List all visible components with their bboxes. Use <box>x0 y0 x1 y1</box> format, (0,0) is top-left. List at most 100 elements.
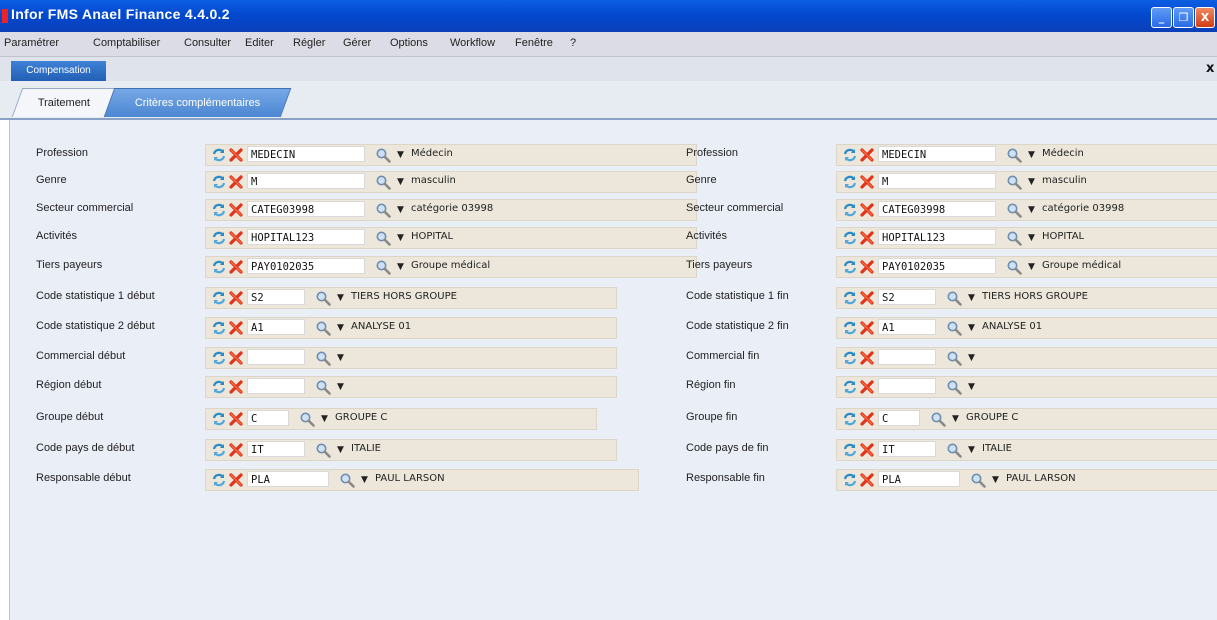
dropdown-arrow-icon[interactable]: ▼ <box>337 381 347 393</box>
clear-icon[interactable] <box>859 290 875 306</box>
left-code-input[interactable]: S2 <box>247 289 305 305</box>
refresh-icon[interactable] <box>211 259 227 275</box>
left-code-input[interactable]: IT <box>247 441 305 457</box>
clear-icon[interactable] <box>859 350 875 366</box>
search-icon[interactable] <box>375 230 391 246</box>
clear-icon[interactable] <box>859 147 875 163</box>
search-icon[interactable] <box>339 472 355 488</box>
left-code-input[interactable]: HOPITAL123 <box>247 229 365 245</box>
menu-options[interactable]: Options <box>390 37 428 49</box>
clear-icon[interactable] <box>228 230 244 246</box>
search-icon[interactable] <box>315 379 331 395</box>
refresh-icon[interactable] <box>842 147 858 163</box>
refresh-icon[interactable] <box>211 472 227 488</box>
dropdown-arrow-icon[interactable]: ▼ <box>1028 204 1038 216</box>
menu-regler[interactable]: Régler <box>293 37 325 49</box>
search-icon[interactable] <box>1006 202 1022 218</box>
search-icon[interactable] <box>946 320 962 336</box>
refresh-icon[interactable] <box>211 174 227 190</box>
clear-icon[interactable] <box>228 472 244 488</box>
clear-icon[interactable] <box>859 379 875 395</box>
refresh-icon[interactable] <box>842 259 858 275</box>
clear-icon[interactable] <box>859 411 875 427</box>
dropdown-arrow-icon[interactable]: ▼ <box>968 444 978 456</box>
clear-icon[interactable] <box>859 174 875 190</box>
right-code-input[interactable]: C <box>878 410 920 426</box>
refresh-icon[interactable] <box>842 290 858 306</box>
dropdown-arrow-icon[interactable]: ▼ <box>337 292 347 304</box>
document-tab-compensation[interactable]: Compensation <box>11 61 106 81</box>
search-icon[interactable] <box>315 442 331 458</box>
left-code-input[interactable]: A1 <box>247 319 305 335</box>
menu-comptabiliser[interactable]: Comptabiliser <box>93 37 160 49</box>
search-icon[interactable] <box>1006 259 1022 275</box>
right-code-input[interactable]: HOPITAL123 <box>878 229 996 245</box>
right-code-input[interactable]: CATEG03998 <box>878 201 996 217</box>
right-code-input[interactable]: IT <box>878 441 936 457</box>
dropdown-arrow-icon[interactable]: ▼ <box>1028 149 1038 161</box>
refresh-icon[interactable] <box>842 411 858 427</box>
dropdown-arrow-icon[interactable]: ▼ <box>1028 261 1038 273</box>
right-code-input[interactable] <box>878 378 936 394</box>
right-code-input[interactable]: S2 <box>878 289 936 305</box>
clear-icon[interactable] <box>859 320 875 336</box>
refresh-icon[interactable] <box>842 230 858 246</box>
search-icon[interactable] <box>375 202 391 218</box>
refresh-icon[interactable] <box>211 147 227 163</box>
menu-consulter[interactable]: Consulter <box>184 37 231 49</box>
clear-icon[interactable] <box>228 147 244 163</box>
right-code-input[interactable]: MEDECIN <box>878 146 996 162</box>
dropdown-arrow-icon[interactable]: ▼ <box>1028 176 1038 188</box>
right-code-input[interactable]: M <box>878 173 996 189</box>
dropdown-arrow-icon[interactable]: ▼ <box>321 413 331 425</box>
right-code-input[interactable]: PAY0102035 <box>878 258 996 274</box>
clear-icon[interactable] <box>859 230 875 246</box>
dropdown-arrow-icon[interactable]: ▼ <box>968 381 978 393</box>
search-icon[interactable] <box>299 411 315 427</box>
search-icon[interactable] <box>375 259 391 275</box>
clear-icon[interactable] <box>228 442 244 458</box>
search-icon[interactable] <box>375 174 391 190</box>
search-icon[interactable] <box>375 147 391 163</box>
refresh-icon[interactable] <box>211 411 227 427</box>
menu-workflow[interactable]: Workflow <box>450 37 495 49</box>
close-button[interactable]: X <box>1195 7 1215 28</box>
dropdown-arrow-icon[interactable]: ▼ <box>397 232 407 244</box>
left-code-input[interactable]: PLA <box>247 471 329 487</box>
search-icon[interactable] <box>1006 147 1022 163</box>
left-code-input[interactable]: C <box>247 410 289 426</box>
dropdown-arrow-icon[interactable]: ▼ <box>992 474 1002 486</box>
refresh-icon[interactable] <box>842 472 858 488</box>
clear-icon[interactable] <box>228 411 244 427</box>
dropdown-arrow-icon[interactable]: ▼ <box>397 176 407 188</box>
search-icon[interactable] <box>946 350 962 366</box>
refresh-icon[interactable] <box>211 379 227 395</box>
menu-editer[interactable]: Editer <box>245 37 274 49</box>
refresh-icon[interactable] <box>842 320 858 336</box>
left-code-input[interactable]: M <box>247 173 365 189</box>
left-code-input[interactable]: PAY0102035 <box>247 258 365 274</box>
search-icon[interactable] <box>930 411 946 427</box>
left-code-input[interactable] <box>247 349 305 365</box>
refresh-icon[interactable] <box>842 442 858 458</box>
refresh-icon[interactable] <box>842 379 858 395</box>
clear-icon[interactable] <box>228 174 244 190</box>
tab-traitement[interactable]: Traitement <box>11 88 117 117</box>
clear-icon[interactable] <box>228 350 244 366</box>
restore-button[interactable]: ❐ <box>1173 7 1194 28</box>
left-code-input[interactable]: CATEG03998 <box>247 201 365 217</box>
menu-gerer[interactable]: Gérer <box>343 37 371 49</box>
refresh-icon[interactable] <box>211 350 227 366</box>
dropdown-arrow-icon[interactable]: ▼ <box>968 292 978 304</box>
refresh-icon[interactable] <box>211 442 227 458</box>
menu-fenetre[interactable]: Fenêtre <box>515 37 553 49</box>
dropdown-arrow-icon[interactable]: ▼ <box>397 261 407 273</box>
dropdown-arrow-icon[interactable]: ▼ <box>1028 232 1038 244</box>
clear-icon[interactable] <box>228 290 244 306</box>
search-icon[interactable] <box>970 472 986 488</box>
search-icon[interactable] <box>315 290 331 306</box>
document-close-icon[interactable]: x <box>1206 61 1214 76</box>
menu-parametrer[interactable]: Paramétrer <box>4 37 59 49</box>
dropdown-arrow-icon[interactable]: ▼ <box>968 322 978 334</box>
clear-icon[interactable] <box>228 259 244 275</box>
